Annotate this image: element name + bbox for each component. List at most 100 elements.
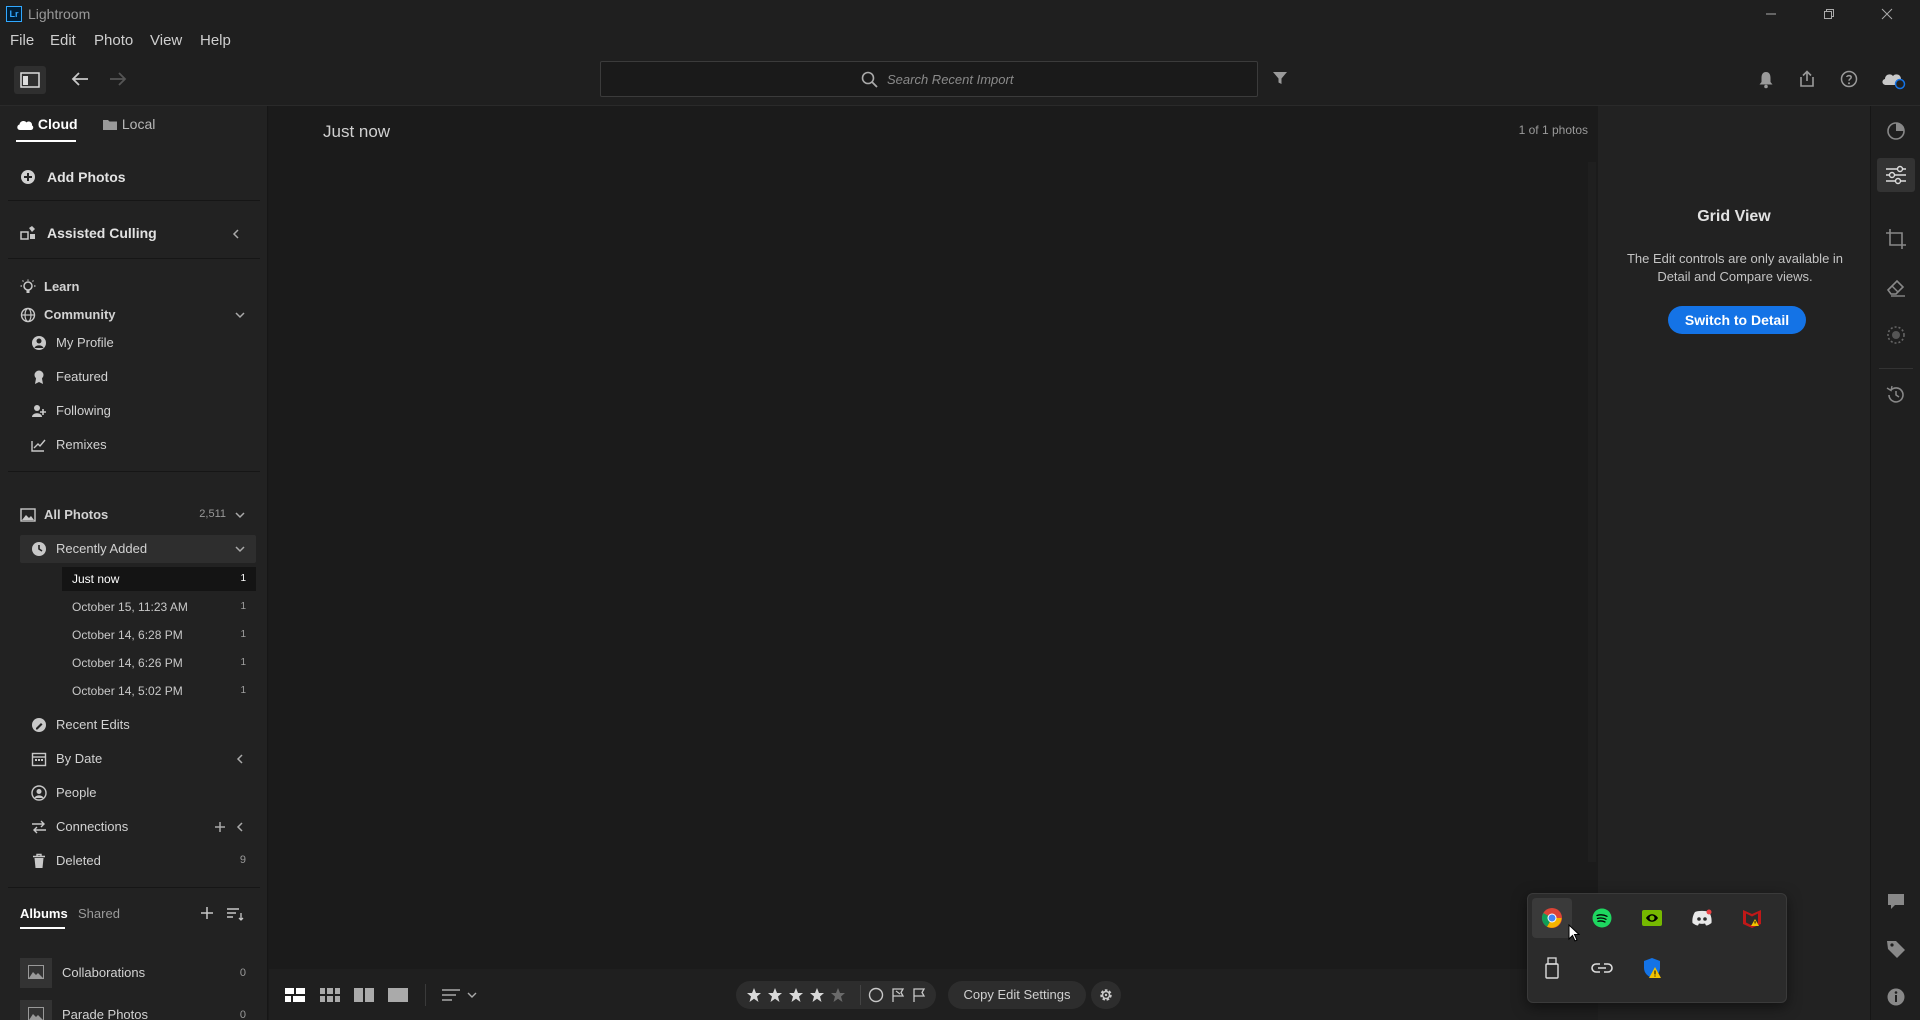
featured-item[interactable]: Featured [0,363,268,391]
tab-cloud-label: Cloud [37,116,78,132]
flag-pick-button[interactable] [911,987,927,1003]
people-item[interactable]: People [0,779,268,807]
all-photos-item[interactable]: All Photos 2,511 [0,501,268,529]
my-profile-item[interactable]: My Profile [0,329,268,357]
forward-button[interactable] [108,70,128,88]
recently-added-item[interactable]: Recently Added [20,535,256,563]
add-connection-icon[interactable] [214,821,226,833]
album-item[interactable]: Parade Photos 0 [0,998,268,1020]
remixes-item[interactable]: Remixes [0,431,268,459]
tab-albums[interactable]: Albums [20,906,68,921]
recent-item[interactable]: October 14, 6:28 PM 1 [62,623,256,647]
deleted-item[interactable]: Deleted 9 [0,847,268,875]
restore-button[interactable] [1800,0,1858,28]
menu-file[interactable]: File [10,32,34,49]
info-icon [1887,988,1905,1006]
help-button[interactable] [1840,70,1858,88]
compare-view-button[interactable] [354,988,374,1002]
reject-flag-button[interactable] [868,987,884,1003]
sort-button[interactable] [442,988,478,1002]
learn-item[interactable]: Learn [0,273,268,301]
notifications-button[interactable] [1758,71,1774,89]
flag-reject-button[interactable] [890,987,906,1003]
healing-button[interactable] [1885,276,1907,298]
recent-item[interactable]: October 14, 6:26 PM 1 [62,651,256,675]
star-rating[interactable] [746,987,856,1003]
cloud-sync-button[interactable] [1880,68,1906,90]
gear-icon [1100,989,1112,1001]
search-field[interactable]: Search Recent Import [600,61,1258,97]
defender-warning-icon[interactable] [1632,948,1672,988]
versions-button[interactable] [1885,384,1907,406]
photo-grid-icon [285,988,305,1002]
tab-cloud[interactable]: Cloud [16,116,78,132]
eraser-icon [1886,279,1905,297]
spotify-icon[interactable] [1582,898,1622,938]
scrollbar[interactable] [1588,162,1596,862]
detail-view-button[interactable] [388,988,408,1002]
discord-icon[interactable] [1682,898,1722,938]
recent-item-count: 1 [240,685,246,696]
crop-button[interactable] [1885,228,1907,250]
divider [860,985,861,1005]
share-button[interactable] [1798,70,1816,88]
masking-button[interactable] [1885,324,1907,346]
by-date-item[interactable]: By Date [0,745,268,773]
lightbulb-icon [20,279,36,293]
connections-item[interactable]: Connections [0,813,268,841]
divider [8,471,260,472]
lightroom-logo: Lr [6,6,22,22]
photo-grid-view-button[interactable] [285,988,305,1002]
close-button[interactable] [1858,0,1916,28]
close-icon [1881,8,1893,20]
keywords-button[interactable] [1885,938,1907,960]
all-photos-label: All Photos [44,507,109,522]
recent-item[interactable]: October 15, 11:23 AM 1 [62,595,256,619]
tab-local[interactable]: Local [102,116,155,132]
nvidia-icon[interactable] [1632,898,1672,938]
tab-shared[interactable]: Shared [78,906,120,921]
tag-icon [1887,941,1905,958]
menu-edit[interactable]: Edit [50,32,76,49]
toggle-sidebar-button[interactable] [14,66,46,94]
settings-button[interactable] [1091,981,1121,1009]
chevron-down-icon [235,546,245,553]
menu-help[interactable]: Help [200,32,231,49]
usb-drive-icon[interactable] [1532,948,1572,988]
assisted-culling-item[interactable]: Assisted Culling [0,218,268,248]
recent-item[interactable]: October 14, 5:02 PM 1 [62,679,256,703]
filter-icon [1273,72,1287,84]
mouse-cursor [1568,924,1580,942]
minimize-button[interactable] [1742,0,1800,28]
community-item[interactable]: Community [0,301,268,329]
deleted-count: 9 [239,854,246,866]
switch-to-detail-button[interactable]: Switch to Detail [1668,306,1806,334]
edit-panel: Grid View The Edit controls are only ava… [1598,106,1870,1020]
filter-button[interactable] [1272,70,1288,86]
menu-photo[interactable]: Photo [94,32,133,49]
person-icon [31,785,47,801]
sort-albums-button[interactable] [226,906,244,922]
link-icon[interactable] [1582,948,1622,988]
album-item[interactable]: Collaborations 0 [0,956,268,990]
back-button[interactable] [70,70,90,88]
square-grid-view-button[interactable] [320,988,340,1002]
following-item[interactable]: Following [0,397,268,425]
menu-view[interactable]: View [150,32,182,49]
edit-button[interactable] [1877,158,1915,192]
copy-edit-settings-button[interactable]: Copy Edit Settings [948,981,1086,1009]
recent-edits-item[interactable]: Recent Edits [0,711,268,739]
panel-toggle-icon [20,72,40,88]
add-photos-button[interactable]: Add Photos [0,162,268,192]
deleted-label: Deleted [56,853,101,868]
mcafee-icon[interactable] [1732,898,1772,938]
folder-icon [103,120,117,130]
comments-button[interactable] [1885,890,1907,912]
presets-button[interactable] [1885,120,1907,142]
add-album-button[interactable] [200,906,216,922]
recent-item-count: 1 [240,657,246,668]
recent-just-now[interactable]: Just now 1 [62,567,256,591]
chrome-icon[interactable] [1532,898,1572,938]
following-icon [32,405,46,417]
info-button[interactable] [1885,986,1907,1008]
